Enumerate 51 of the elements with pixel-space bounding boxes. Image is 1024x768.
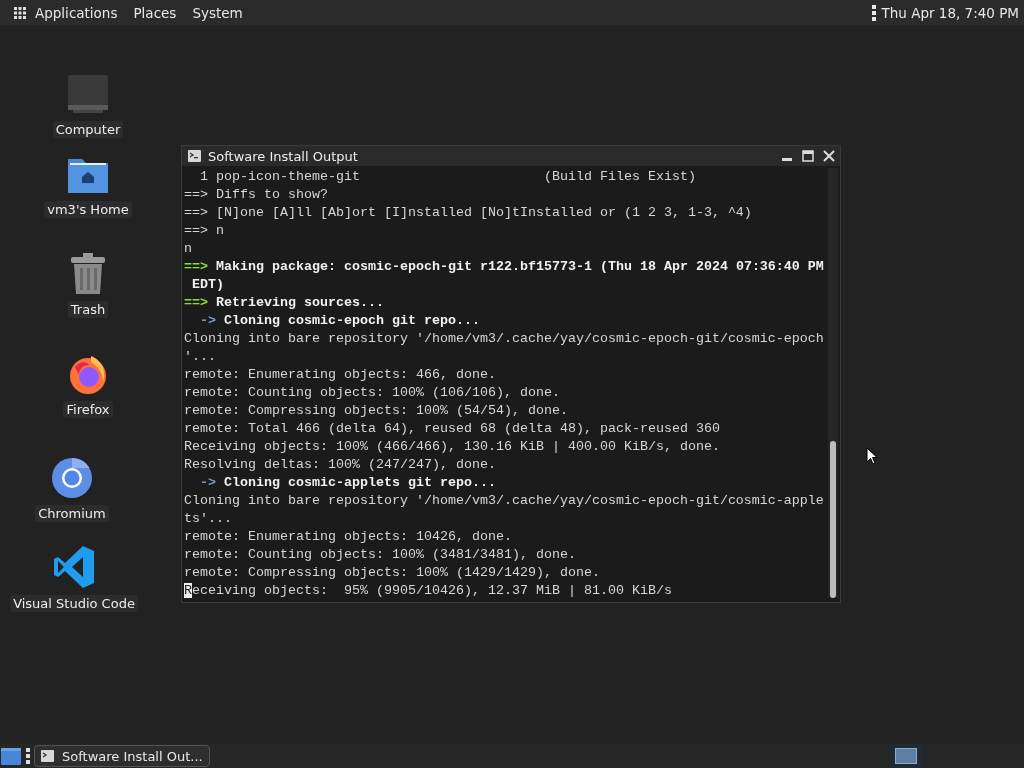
terminal-line: Resolving deltas: 100% (247/247), done. <box>184 456 497 474</box>
terminal-icon <box>188 150 201 162</box>
terminal-line: remote: Enumerating objects: 466, done. <box>184 366 497 384</box>
show-desktop-icon[interactable] <box>0 746 22 766</box>
terminal-line: remote: Total 466 (delta 64), reused 68 (delta 48), pack-reused 360 <box>184 420 721 438</box>
terminal-icon <box>41 750 54 762</box>
more-options-icon[interactable] <box>871 4 876 21</box>
firefox-icon[interactable] <box>67 353 109 395</box>
close-icon[interactable] <box>823 150 835 162</box>
terminal-line: remote: Compressing objects: 100% (54/54), done. <box>184 402 569 420</box>
clock[interactable]: Thu Apr 18, 7:40 PM <box>881 4 1019 21</box>
desktop-icon-label[interactable]: Chromium <box>35 505 109 522</box>
panel-menu[interactable]: System <box>192 4 243 21</box>
terminal-line: ==> n <box>184 222 225 240</box>
terminal-line: remote: Counting objects: 100% (106/106), done. <box>184 384 561 402</box>
terminal-line: ==> [N]one [A]ll [Ab]ort [I]nstalled [No]tInstalled or (1 2 3, 1-3, ^4) <box>184 204 753 222</box>
maximize-icon[interactable] <box>802 150 814 162</box>
terminal-line: n <box>184 240 193 258</box>
window-title: Software Install Output <box>208 148 358 164</box>
terminal-line: ==> Retrieving sources... <box>184 294 385 312</box>
workspace-switcher[interactable] <box>890 744 922 768</box>
terminal-line: 1 pop-icon-theme-git (Build Files Exist) <box>199 168 697 186</box>
mouse-pointer-icon <box>866 447 878 465</box>
terminal-line: remote: Compressing objects: 100% (1429/1429), done. <box>184 564 601 582</box>
terminal-line: EDT) <box>191 276 225 294</box>
code-editor-icon[interactable] <box>53 545 95 589</box>
desktop-icon-label[interactable]: vm3's Home <box>44 201 132 218</box>
terminal-line: -> Cloning cosmic-applets git repo... <box>199 474 497 492</box>
terminal-line: '... <box>184 348 217 366</box>
panel-menu[interactable]: Applications <box>35 4 118 21</box>
terminal-line: ts'... <box>184 510 233 528</box>
terminal-line: Receiving objects: 100% (466/466), 130.16 KiB | 400.00 KiB/s, done. <box>184 438 721 456</box>
desktop-icon-label[interactable]: Visual Studio Code <box>10 595 138 612</box>
terminal-line: remote: Counting objects: 100% (3481/3481), done. <box>184 546 577 564</box>
desktop-icon-label[interactable]: Trash <box>67 301 109 318</box>
terminal-line: Cloning into bare repository '/home/vm3/.cache/yay/cosmic-epoch-git/cosmic-apple <box>184 492 825 510</box>
terminal-line: remote: Enumerating objects: 10426, done. <box>184 528 513 546</box>
desktop-icon-label[interactable]: Firefox <box>63 401 113 418</box>
terminal-line: ==> Diffs to show? <box>184 186 329 204</box>
drag-handle-icon[interactable] <box>26 747 30 765</box>
terminal-line: -> Cloning cosmic-epoch git repo... <box>199 312 481 330</box>
apps-grid-icon[interactable] <box>14 6 26 19</box>
desktop-icon-label[interactable]: Computer <box>52 121 124 138</box>
terminal-line: Cloning into bare repository '/home/vm3/.cache/yay/cosmic-epoch-git/cosmic-epoch <box>184 330 825 348</box>
terminal-line: ==> Making package: cosmic-epoch-git r122.bf15773-1 (Thu 18 Apr 2024 07:36:40 PM <box>184 258 825 276</box>
chromium-icon[interactable] <box>51 457 93 499</box>
trash-icon[interactable] <box>70 253 106 295</box>
panel-menu[interactable]: Places <box>133 4 177 21</box>
scrollbar[interactable] <box>828 168 838 598</box>
terminal-line: Receiving objects: 95% (9905/10426), 12.37 MiB | 81.00 KiB/s <box>184 582 673 600</box>
taskbar-window-button[interactable]: Software Install Out... <box>34 745 210 767</box>
